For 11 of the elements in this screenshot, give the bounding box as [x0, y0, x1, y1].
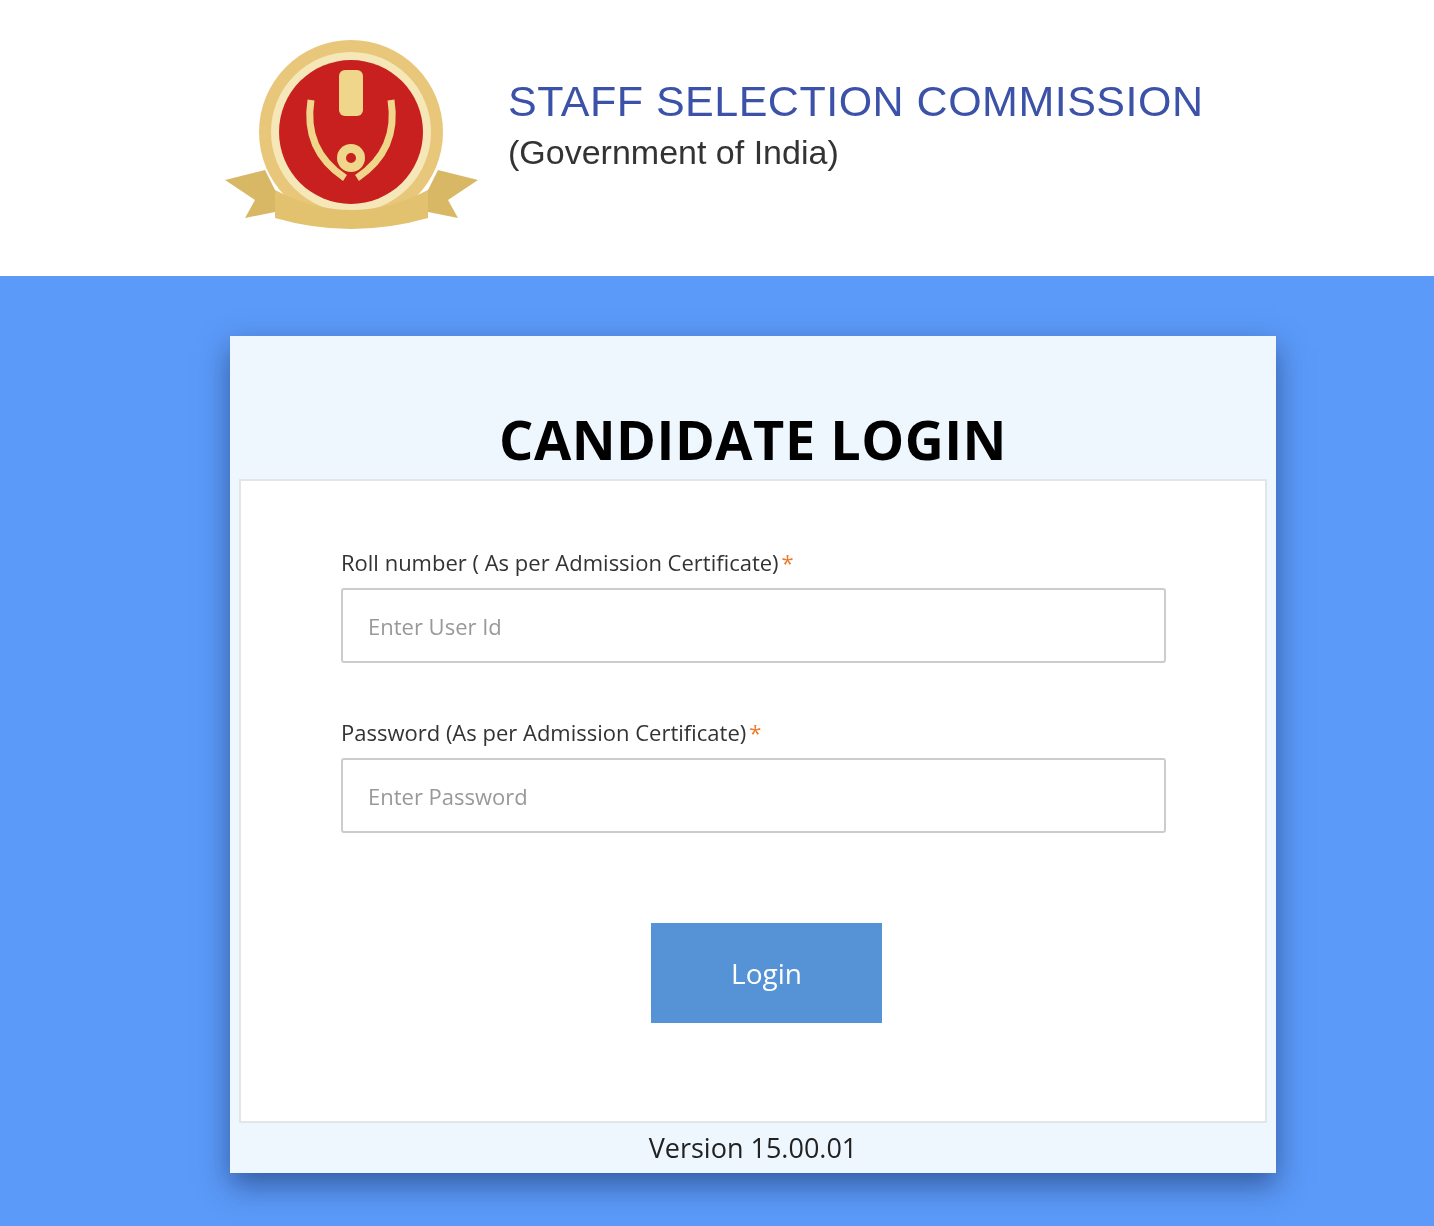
login-button[interactable]: Login: [651, 923, 882, 1023]
organization-name: STAFF SELECTION COMMISSION: [508, 78, 1204, 124]
organization-subtitle: (Government of India): [508, 132, 840, 172]
input-field[interactable]: Enter Password: [341, 758, 1166, 833]
field-label: Roll number ( As per Admission Certificate): [341, 547, 779, 577]
required-mark: *: [749, 717, 762, 747]
input-field[interactable]: Enter User Id: [341, 588, 1166, 663]
field-label: Password (As per Admission Certificate): [341, 717, 747, 747]
required-mark: *: [781, 547, 794, 577]
login-title: CANDIDATE LOGIN: [498, 404, 1008, 474]
version-text: Version 15.00.01: [647, 1128, 859, 1168]
